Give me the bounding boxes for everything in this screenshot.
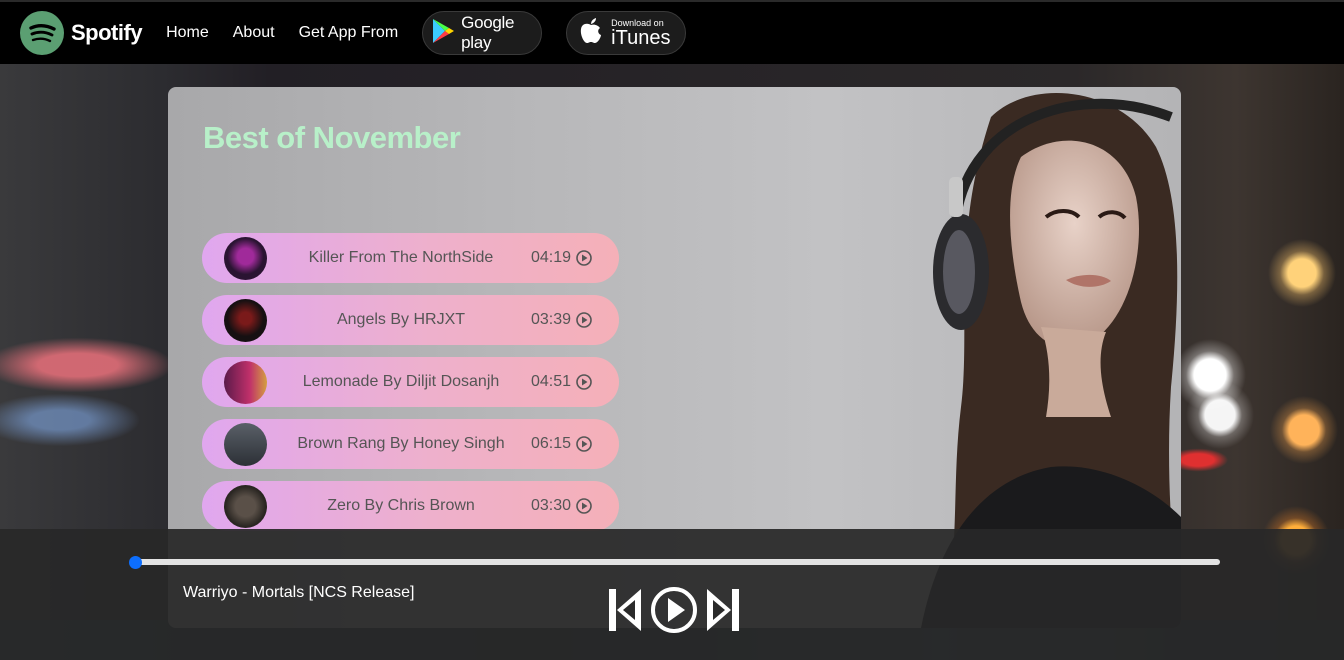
album-cover	[224, 360, 267, 404]
play-icon[interactable]	[650, 586, 698, 634]
itunes-label: Download on iTunes	[611, 18, 671, 49]
song-item[interactable]: Zero By Chris Brown 03:30	[202, 481, 619, 531]
nav-link-home[interactable]: Home	[166, 24, 209, 42]
album-cover	[224, 236, 267, 280]
itunes-button[interactable]: Download on iTunes	[566, 11, 687, 55]
song-duration: 03:30	[531, 497, 572, 514]
play-circle-icon[interactable]	[576, 250, 592, 266]
play-circle-icon[interactable]	[576, 374, 592, 390]
song-name: Killer From The NorthSide	[308, 249, 494, 266]
song-duration: 03:39	[531, 311, 572, 328]
song-time: 03:39	[531, 311, 592, 329]
play-circle-icon[interactable]	[576, 312, 592, 328]
song-name: Brown Rang By Honey Singh	[297, 435, 505, 452]
song-time: 03:30	[531, 497, 592, 515]
song-time: 06:15	[531, 435, 592, 453]
song-time: 04:19	[531, 249, 592, 267]
album-cover	[224, 484, 267, 528]
spotify-logo-icon	[20, 11, 64, 55]
play-circle-icon[interactable]	[576, 498, 592, 514]
song-name: Zero By Chris Brown	[327, 497, 475, 514]
previous-icon[interactable]	[608, 588, 642, 632]
next-icon[interactable]	[706, 588, 740, 632]
google-play-label: Google play	[461, 13, 515, 52]
song-item[interactable]: Angels By HRJXT 03:39	[202, 295, 619, 345]
play-circle-icon[interactable]	[576, 436, 592, 452]
brand[interactable]: Spotify	[20, 11, 143, 55]
song-item[interactable]: Brown Rang By Honey Singh 06:15	[202, 419, 619, 469]
itunes-big-text: iTunes	[611, 26, 671, 49]
song-duration: 04:51	[531, 373, 572, 390]
album-cover	[224, 422, 267, 466]
progress-bar[interactable]	[135, 559, 1220, 565]
brand-name: Spotify	[71, 20, 143, 45]
song-list: Killer From The NorthSide 04:19 Angels B…	[202, 233, 619, 543]
nav-link-about[interactable]: About	[233, 24, 275, 42]
song-duration: 04:19	[531, 249, 572, 266]
navbar: Spotify Home About Get App From Google p…	[0, 0, 1344, 64]
song-duration: 06:15	[531, 435, 572, 452]
song-name: Angels By HRJXT	[336, 311, 466, 328]
progress-handle[interactable]	[129, 556, 142, 569]
song-time: 04:51	[531, 373, 592, 391]
player-controls	[608, 586, 740, 634]
album-cover	[224, 298, 267, 342]
google-play-button[interactable]: Google play	[422, 11, 543, 55]
player-bar: Warriyo - Mortals [NCS Release]	[0, 529, 1344, 660]
google-play-icon	[431, 18, 455, 49]
apple-icon	[579, 17, 603, 50]
song-item[interactable]: Lemonade By Diljit Dosanjh 04:51	[202, 357, 619, 407]
song-item[interactable]: Killer From The NorthSide 04:19	[202, 233, 619, 283]
song-name: Lemonade By Diljit Dosanjh	[302, 373, 500, 390]
nav-link-get-app[interactable]: Get App From	[299, 24, 399, 42]
now-playing-title: Warriyo - Mortals [NCS Release]	[183, 584, 415, 601]
playlist-title: Best of November	[203, 120, 461, 155]
